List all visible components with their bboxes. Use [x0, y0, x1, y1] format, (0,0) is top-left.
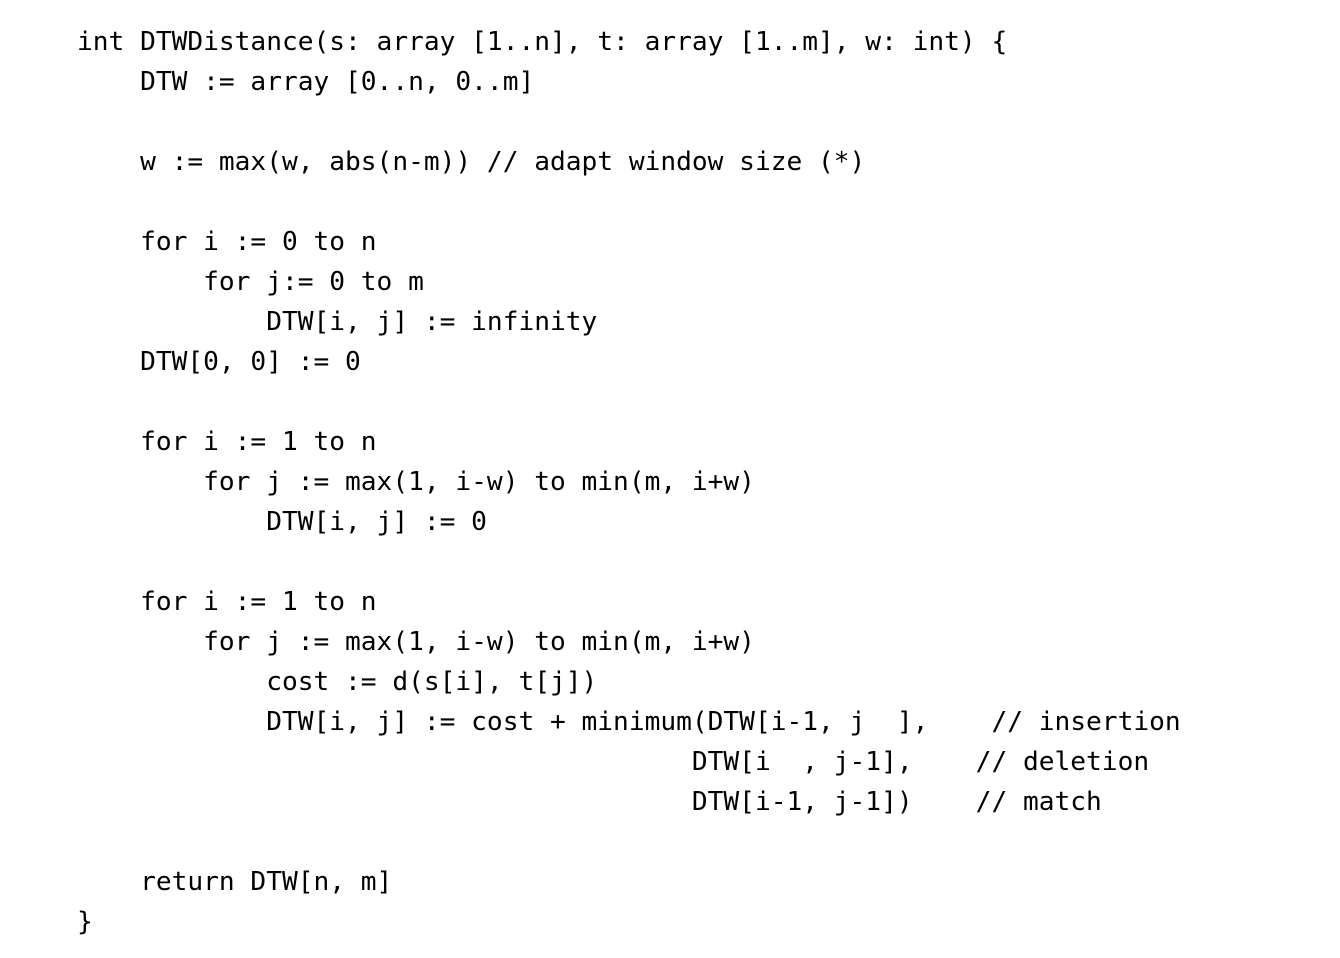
code-line: DTW[i-1, j-1]) // match — [77, 787, 1102, 817]
code-listing: int DTWDistance(s: array [1..n], t: arra… — [77, 22, 1317, 942]
code-line: for j := max(1, i-w) to min(m, i+w) — [77, 467, 755, 497]
code-line: DTW[i , j-1], // deletion — [77, 747, 1150, 777]
code-line: return DTW[n, m] — [77, 867, 393, 897]
code-line: DTW := array [0..n, 0..m] — [77, 67, 535, 97]
code-line: DTW[i, j] := infinity — [77, 307, 598, 337]
code-line: for i := 1 to n — [77, 427, 377, 457]
code-line: DTW[0, 0] := 0 — [77, 347, 361, 377]
code-line: for i := 0 to n — [77, 227, 377, 257]
code-line: for j := max(1, i-w) to min(m, i+w) — [77, 627, 755, 657]
code-line: w := max(w, abs(n-m)) // adapt window si… — [77, 147, 866, 177]
code-line: int DTWDistance(s: array [1..n], t: arra… — [77, 27, 1008, 57]
code-line: for i := 1 to n — [77, 587, 377, 617]
code-line: cost := d(s[i], t[j]) — [77, 667, 598, 697]
code-line: } — [77, 907, 93, 937]
code-line: for j:= 0 to m — [77, 267, 424, 297]
code-line: DTW[i, j] := 0 — [77, 507, 487, 537]
code-line: DTW[i, j] := cost + minimum(DTW[i-1, j ]… — [77, 707, 1181, 737]
